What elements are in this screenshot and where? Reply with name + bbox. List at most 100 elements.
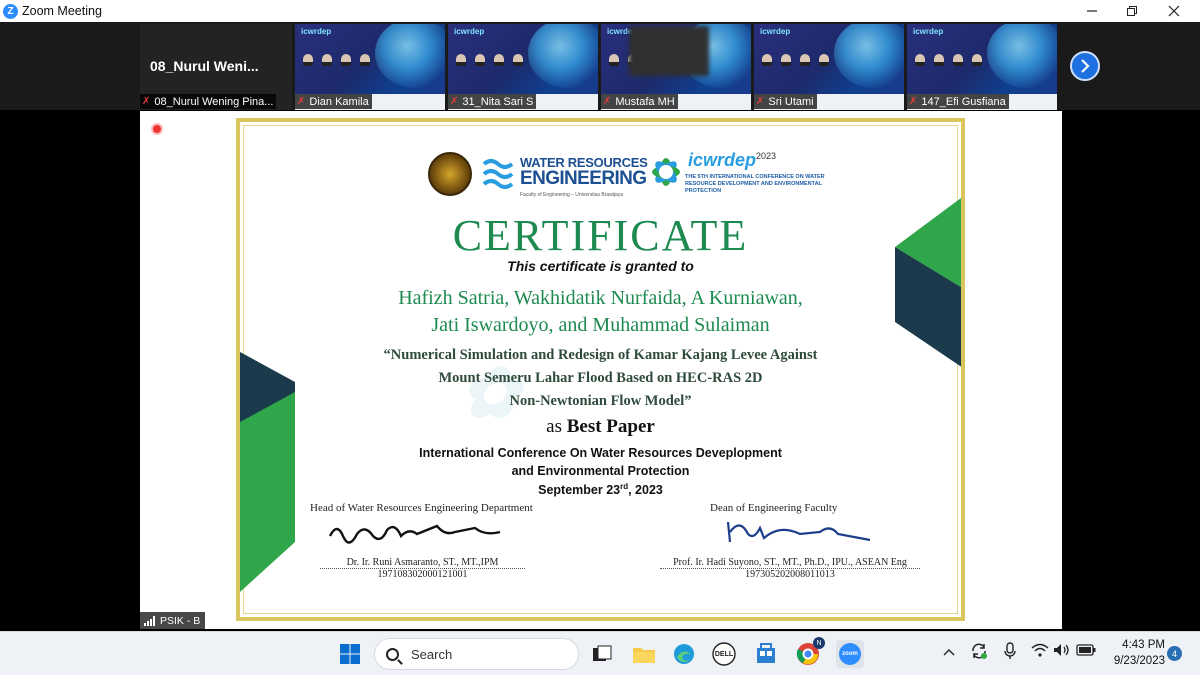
battery-icon xyxy=(1076,644,1096,656)
store-button[interactable] xyxy=(752,640,780,668)
recipient-names-line1: Hafizh Satria, Wakhidatik Nurfaida, A Ku… xyxy=(398,287,803,309)
certificate-heading: CERTIFICATE xyxy=(452,211,749,260)
file-explorer-button[interactable] xyxy=(630,640,658,668)
show-hidden-icons-button[interactable] xyxy=(943,644,955,659)
conference-line2: and Environmental Protection xyxy=(511,464,690,478)
zoom-taskbar-button[interactable]: zoom xyxy=(836,640,864,668)
taskbar: Search DELL N zoom 4:43 PM 9/23/2023 4 xyxy=(0,631,1200,675)
minimize-button[interactable] xyxy=(1072,0,1112,22)
battery-tray-button[interactable] xyxy=(1076,644,1096,659)
award-prefix: as xyxy=(546,416,562,437)
tile-logo: icwrdep xyxy=(913,27,944,36)
left-signer-name: Dr. Ir. Runi Asmaranto, ST., MT.,IPM xyxy=(346,557,499,568)
self-view-tile[interactable]: 08_Nurul Weni... ✗ 08_Nurul Wening Pina.… xyxy=(140,24,292,110)
chevron-right-icon xyxy=(1081,59,1090,73)
recipient-names-line2: Jati Iswardoyo, and Muhammad Sulaiman xyxy=(431,314,770,336)
mic-muted-icon: ✗ xyxy=(603,96,612,107)
wifi-tray-button[interactable] xyxy=(1031,643,1049,660)
participant-name: 147_Efi Gusfiana xyxy=(921,95,1006,108)
left-signature-block: Head of Water Resources Engineering Depa… xyxy=(310,502,570,580)
search-placeholder: Search xyxy=(411,646,453,662)
icwrdep-logo-desc: THE 5TH INTERNATIONAL CONFERENCE ON WATE… xyxy=(685,174,825,194)
icwrdep-flower-icon xyxy=(652,158,680,186)
clock-time: 4:43 PM xyxy=(1122,639,1165,651)
dell-button[interactable]: DELL xyxy=(710,640,738,668)
participant-name: Sri Utami xyxy=(768,95,814,108)
restore-icon xyxy=(1127,6,1137,16)
certificate-date: September 23rd, 2023 xyxy=(538,482,663,498)
self-display-name: 08_Nurul Weni... xyxy=(150,58,259,74)
award-line: as Best Paper xyxy=(240,416,961,438)
certificate-logos: WATER RESOURCES ENGINEERING Faculty of E… xyxy=(428,150,848,204)
zoom-logo-icon: Z xyxy=(3,3,18,19)
university-crest-icon xyxy=(428,152,472,196)
participant-name-tag: ✗ Sri Utami xyxy=(754,94,817,109)
close-icon xyxy=(1168,5,1180,17)
close-button[interactable] xyxy=(1154,0,1194,22)
start-button[interactable] xyxy=(336,640,364,668)
mic-muted-icon: ✗ xyxy=(450,96,459,107)
conference-name: International Conference On Water Resour… xyxy=(240,444,961,480)
minimize-icon xyxy=(1087,10,1097,12)
tile-logo: icwrdep xyxy=(454,27,485,36)
certificate: ✿ WATER RESOURCES ENGINEERING Faculty of… xyxy=(236,118,965,621)
participant-name: Mustafa MH xyxy=(615,95,675,108)
network-label: PSIK - B xyxy=(160,614,201,627)
participant-tile[interactable]: icwrdep ✗ 31_Nita Sari S xyxy=(448,24,598,110)
taskbar-search[interactable]: Search xyxy=(374,638,579,670)
dell-label: DELL xyxy=(714,650,734,658)
shared-screen: ✿ WATER RESOURCES ENGINEERING Faculty of… xyxy=(140,111,1062,629)
sync-tray-button[interactable] xyxy=(970,642,988,663)
tile-logo: icwrdep xyxy=(760,27,791,36)
participant-tile[interactable]: icwrdep ✗ Sri Utami xyxy=(754,24,904,110)
paper-title: “Numerical Simulation and Redesign of Ka… xyxy=(240,344,961,413)
store-icon xyxy=(757,643,775,663)
right-signer-name: Prof. Ir. Hadi Suyono, ST., MT., Ph.D., … xyxy=(673,557,907,568)
mic-muted-icon: ✗ xyxy=(909,96,918,107)
conference-line1: International Conference On Water Resour… xyxy=(419,446,782,460)
edge-button[interactable] xyxy=(670,640,698,668)
chevron-up-icon xyxy=(943,649,955,656)
clock-date: 9/23/2023 xyxy=(1113,655,1165,667)
notification-badge[interactable]: 4 xyxy=(1167,646,1182,661)
participant-name: 31_Nita Sari S xyxy=(462,95,534,108)
task-view-icon xyxy=(593,645,612,661)
tile-logo: icwrdep xyxy=(301,27,332,36)
participant-tile[interactable]: icwrdep ✗ 147_Efi Gusfiana xyxy=(907,24,1057,110)
participant-strip: 08_Nurul Weni... ✗ 08_Nurul Wening Pina.… xyxy=(0,22,1200,110)
self-name-tag-text: 08_Nurul Wening Pina... xyxy=(154,95,274,108)
edge-icon xyxy=(674,644,694,664)
next-participants-button[interactable] xyxy=(1070,51,1100,81)
volume-tray-button[interactable] xyxy=(1053,643,1071,660)
participant-name-tag: ✗ Dian Kamila xyxy=(295,94,372,109)
title-bar: Z Zoom Meeting xyxy=(0,0,1200,22)
wifi-icon xyxy=(1031,643,1049,657)
mic-muted-icon: ✗ xyxy=(756,96,765,107)
window-title: Zoom Meeting xyxy=(22,4,102,18)
award-title: Best Paper xyxy=(566,416,655,437)
participant-tile[interactable]: icwrdep ✗ Dian Kamila xyxy=(295,24,445,110)
mic-muted-icon: ✗ xyxy=(297,96,306,107)
chrome-button[interactable]: N xyxy=(794,637,825,668)
recording-indicator-icon xyxy=(151,123,163,135)
granted-text: This certificate is granted to xyxy=(507,258,694,274)
recipient-names: Hafizh Satria, Wakhidatik Nurfaida, A Ku… xyxy=(240,285,961,339)
right-signature-icon xyxy=(726,521,871,543)
paper-title-line3: Non-Newtonian Flow Model” xyxy=(509,393,692,409)
sync-icon xyxy=(972,643,987,659)
task-view-button[interactable] xyxy=(588,640,616,668)
participant-name-tag: ✗ Mustafa MH xyxy=(601,94,678,109)
folder-icon xyxy=(633,648,655,663)
chrome-profile-badge: N xyxy=(813,637,825,649)
volume-icon xyxy=(1054,644,1069,656)
restore-button[interactable] xyxy=(1112,0,1152,22)
microphone-icon xyxy=(1004,642,1016,659)
microphone-tray-button[interactable] xyxy=(1003,642,1017,663)
taskbar-clock[interactable]: 4:43 PM 9/23/2023 xyxy=(1097,637,1165,669)
blurred-region xyxy=(629,26,709,76)
mic-muted-icon: ✗ xyxy=(142,96,151,107)
icwrdep-logo-text: icwrdep2023 xyxy=(688,150,777,170)
participant-tile[interactable]: icwrdep ✗ Mustafa MH xyxy=(601,24,751,110)
signal-bars-icon xyxy=(144,615,155,626)
water-waves-icon xyxy=(482,159,514,189)
